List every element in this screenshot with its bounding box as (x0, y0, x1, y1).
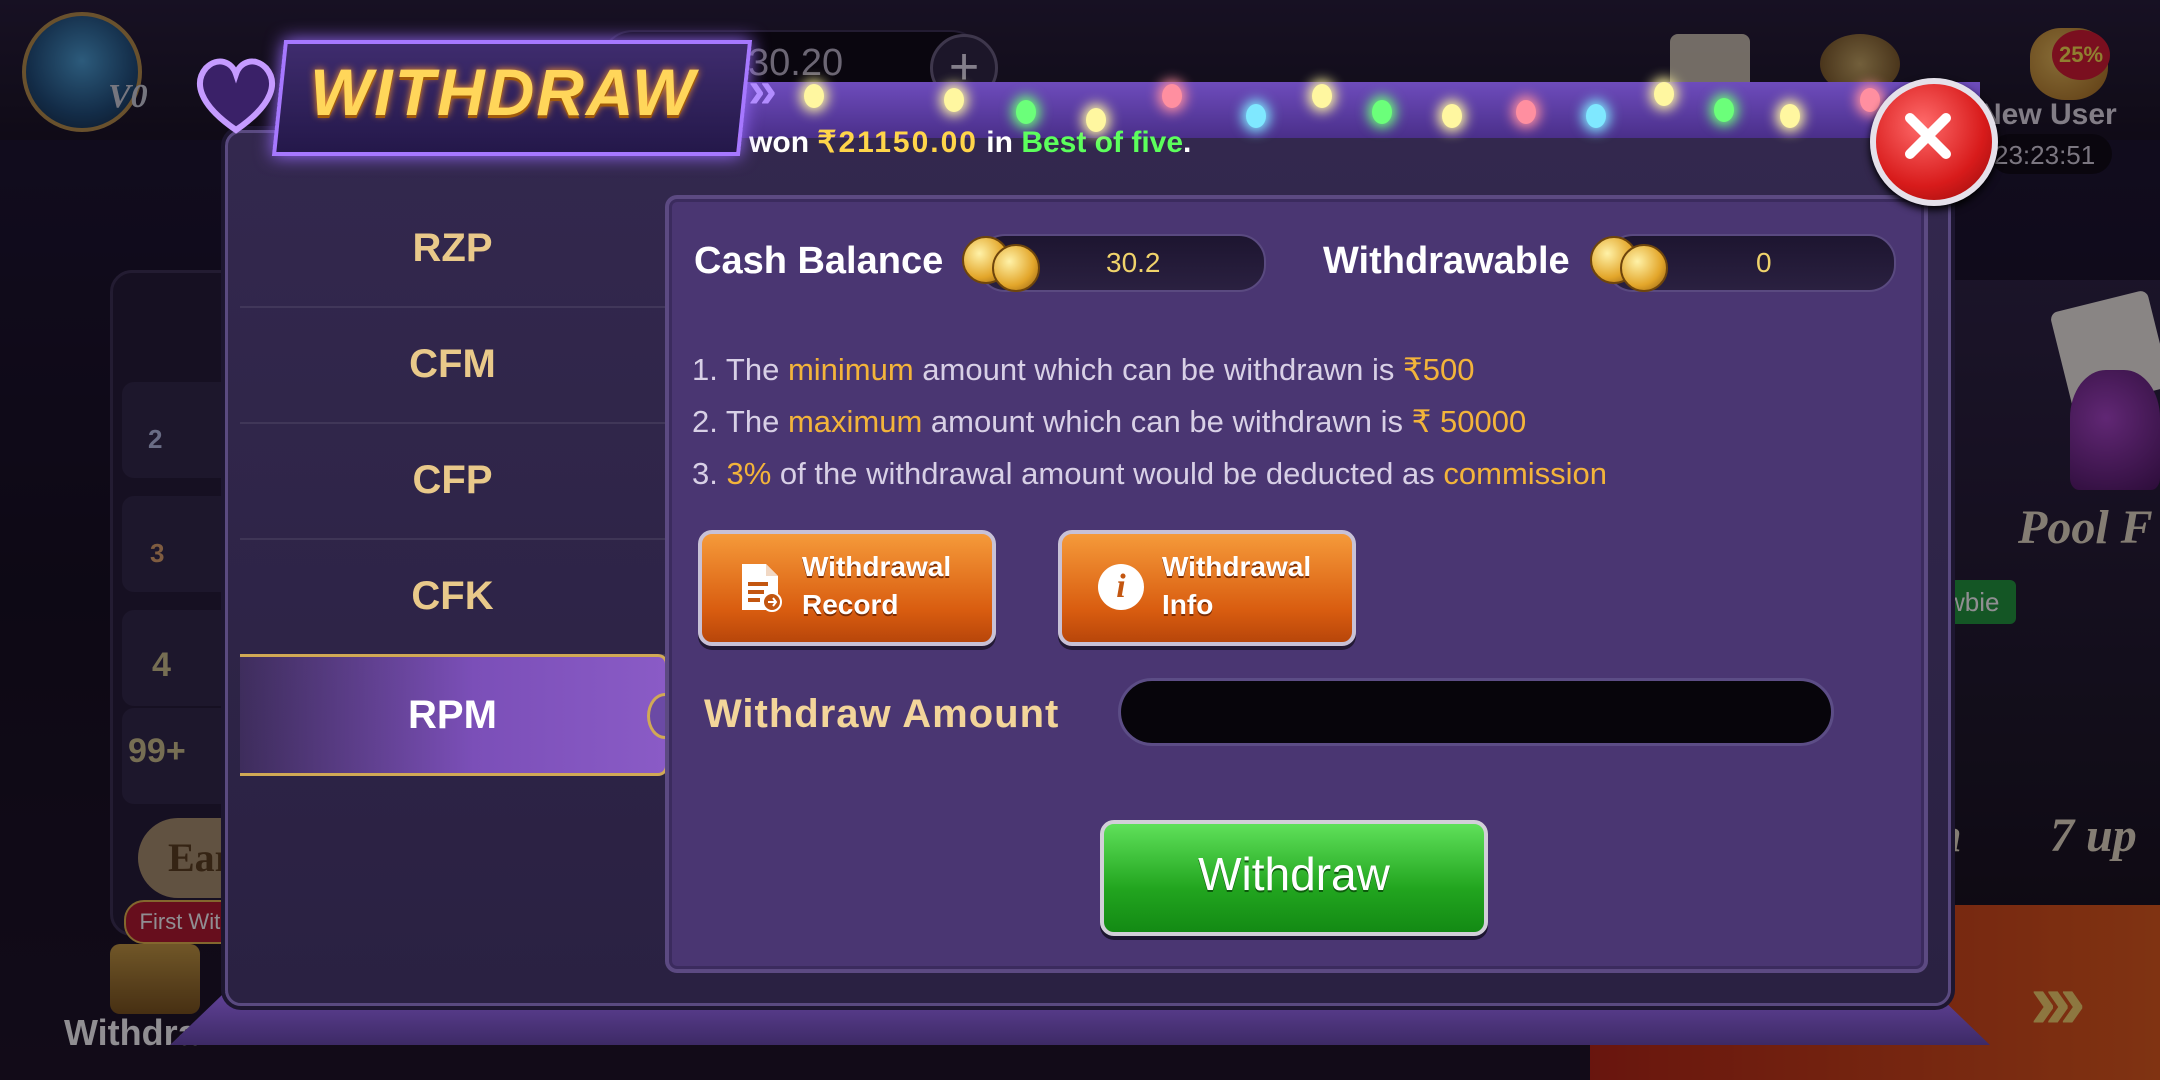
payment-method-tabs: RZP CFM CFP CFK RPM (240, 190, 683, 980)
withdrawal-info-button[interactable]: i Withdrawal Info (1058, 530, 1356, 646)
withdraw-submit-button[interactable]: Withdraw (1100, 820, 1488, 936)
rule-minimum: 1. The minimum amount which can be withd… (692, 352, 1475, 387)
coins-icon (1590, 234, 1668, 292)
tab-rzp[interactable]: RZP (240, 190, 665, 308)
withdraw-amount-label: Withdraw Amount (704, 692, 1060, 736)
info-icon: i (1098, 564, 1144, 616)
double-chevron-icon: » (748, 61, 777, 119)
tab-cfk[interactable]: CFK (240, 538, 665, 656)
close-icon (1905, 113, 1951, 159)
withdrawable-label: Withdrawable (1323, 240, 1570, 282)
coins-icon (962, 234, 1040, 292)
withdrawable-value: 0 (1756, 247, 1772, 278)
tab-cfp[interactable]: CFP (240, 422, 665, 540)
heart-icon (197, 58, 275, 134)
rule-commission: 3. 3% of the withdrawal amount would be … (692, 456, 1608, 491)
modal-title: WITHDRAW (310, 55, 697, 129)
cash-balance-label: Cash Balance (694, 240, 944, 282)
tab-rpm[interactable]: RPM (240, 654, 683, 776)
rule-maximum: 2. The maximum amount which can be withd… (692, 404, 1527, 439)
tab-cfm[interactable]: CFM (240, 306, 665, 424)
withdrawal-record-button[interactable]: Withdrawal Record (698, 530, 996, 646)
close-button[interactable] (1870, 78, 1998, 206)
document-icon (742, 564, 782, 612)
withdraw-amount-input[interactable] (1118, 678, 1834, 746)
cash-balance-value: 30.2 (1106, 247, 1161, 278)
winner-marquee-text: 4352 won ₹21150.00 in Best of five. (674, 126, 1192, 159)
